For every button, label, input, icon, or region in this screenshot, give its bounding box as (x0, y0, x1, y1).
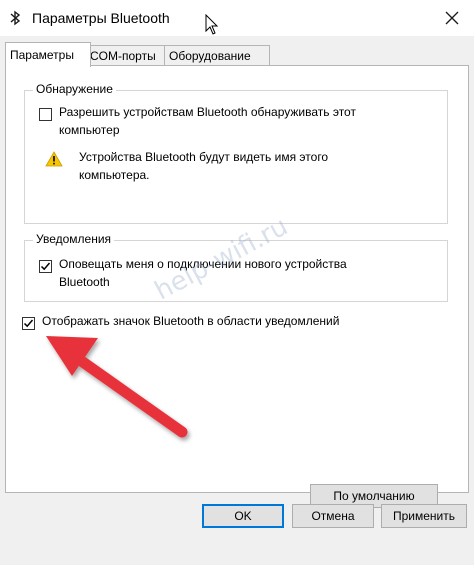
bluetooth-settings-window: Параметры Bluetooth Параметры COM-порты … (0, 0, 474, 565)
tab-parameters[interactable]: Параметры (5, 42, 91, 67)
red-arrow-annotation (46, 336, 188, 438)
